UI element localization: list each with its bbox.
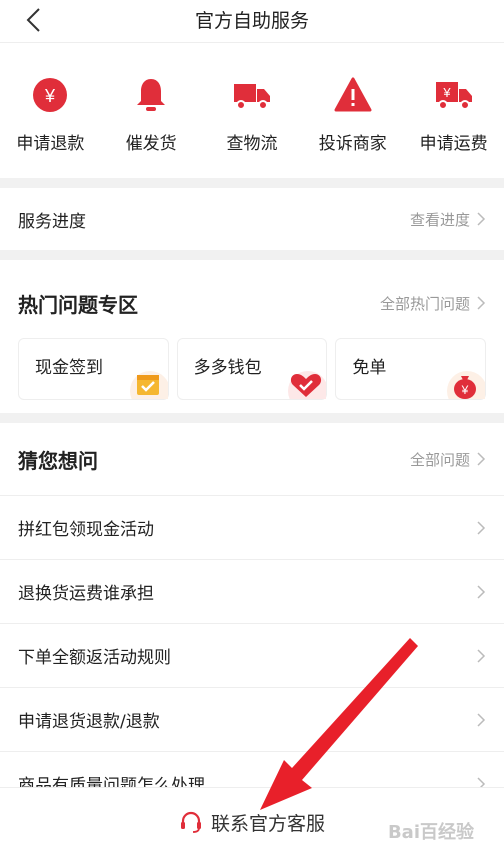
view-progress-link[interactable]: 查看进度 (410, 209, 486, 230)
svg-text:¥: ¥ (461, 383, 469, 397)
hot-section-title: 热门问题专区 (18, 292, 138, 317)
list-item[interactable]: 拼红包领现金活动 (0, 496, 504, 560)
bell-icon (137, 79, 166, 111)
shortcut-label: 投诉商家 (318, 134, 387, 154)
heart-wallet-icon (288, 371, 327, 399)
shortcut-logistics[interactable]: 查物流 (202, 43, 303, 178)
hot-cards: 现金签到 多多钱包 免单 ¥ (0, 338, 504, 413)
list-item[interactable]: 申请退货退款/退款 (0, 688, 504, 752)
svg-text:¥: ¥ (44, 86, 56, 106)
divider (0, 250, 504, 260)
guess-section-title: 猜您想问 (18, 448, 98, 473)
calendar-check-icon (129, 371, 168, 399)
yuan-circle-icon: ¥ (33, 78, 68, 112)
shortcut-label: 申请退款 (16, 134, 85, 154)
shortcut-label: 催发货 (125, 134, 177, 154)
view-progress-label: 查看进度 (409, 210, 470, 229)
page-title: 官方自助服务 (194, 10, 309, 32)
list-item[interactable]: 退换货运费谁承担 (0, 560, 504, 624)
chevron-right-icon (477, 296, 486, 310)
shortcut-label: 查物流 (226, 134, 278, 154)
chevron-right-icon (477, 584, 486, 599)
header: 官方自助服务 (0, 0, 504, 43)
shortcut-label: 申请运费 (419, 134, 488, 154)
chevron-right-icon (477, 712, 486, 727)
question-label: 退换货运费谁承担 (18, 584, 154, 604)
shortcut-urge-shipping[interactable]: 催发货 (101, 43, 202, 178)
hot-card-label: 现金签到 (35, 358, 103, 378)
hot-card-label: 多多钱包 (193, 358, 262, 378)
question-list: 拼红包领现金活动 退换货运费谁承担 下单全额返活动规则 申请退货退款/退款 商品… (0, 496, 504, 816)
yuan-truck-icon: ¥ (435, 82, 472, 110)
hot-card-cash-checkin[interactable]: 现金签到 (18, 338, 169, 400)
truck-icon (233, 84, 270, 110)
chevron-right-icon (477, 520, 486, 535)
all-questions-link[interactable]: 全部问题 (410, 449, 486, 470)
all-questions-label: 全部问题 (409, 450, 470, 469)
all-hot-questions-label: 全部热门问题 (379, 294, 470, 313)
svg-text:¥: ¥ (442, 85, 451, 100)
chevron-right-icon (477, 452, 486, 466)
chevron-right-icon (477, 648, 486, 663)
contact-support-label: 联系官方客服 (210, 812, 325, 835)
warning-icon (334, 77, 372, 112)
shortcut-complain[interactable]: 投诉商家 (302, 43, 403, 178)
divider (0, 413, 504, 423)
question-label: 下单全额返活动规则 (18, 648, 171, 668)
all-hot-questions-link[interactable]: 全部热门问题 (380, 293, 486, 314)
service-progress-label: 服务进度 (18, 211, 86, 232)
service-progress-row[interactable]: 服务进度 查看进度 (0, 188, 504, 250)
divider (0, 178, 504, 188)
hot-card-free-order[interactable]: 免单 ¥ (335, 338, 487, 400)
watermark: Bai百经验 (387, 822, 474, 843)
shortcut-freight[interactable]: ¥ 申请运费 (403, 43, 504, 178)
hot-card-label: 免单 (352, 358, 387, 378)
headset-icon (180, 811, 201, 833)
hot-section-header: 热门问题专区 全部热门问题 (0, 260, 504, 346)
chevron-right-icon (477, 212, 486, 226)
guess-section-header: 猜您想问 全部问题 (0, 423, 504, 496)
list-item[interactable]: 下单全额返活动规则 (0, 624, 504, 688)
shortcut-bar: ¥ 申请退款 催发货 查物流 投诉商家 ¥ 申请运费 (0, 43, 504, 178)
money-bag-icon: ¥ (447, 371, 486, 399)
shortcut-refund[interactable]: ¥ 申请退款 (0, 43, 101, 178)
question-label: 申请退货退款/退款 (18, 712, 160, 732)
hot-card-wallet[interactable]: 多多钱包 (176, 338, 328, 400)
question-label: 拼红包领现金活动 (18, 520, 154, 540)
